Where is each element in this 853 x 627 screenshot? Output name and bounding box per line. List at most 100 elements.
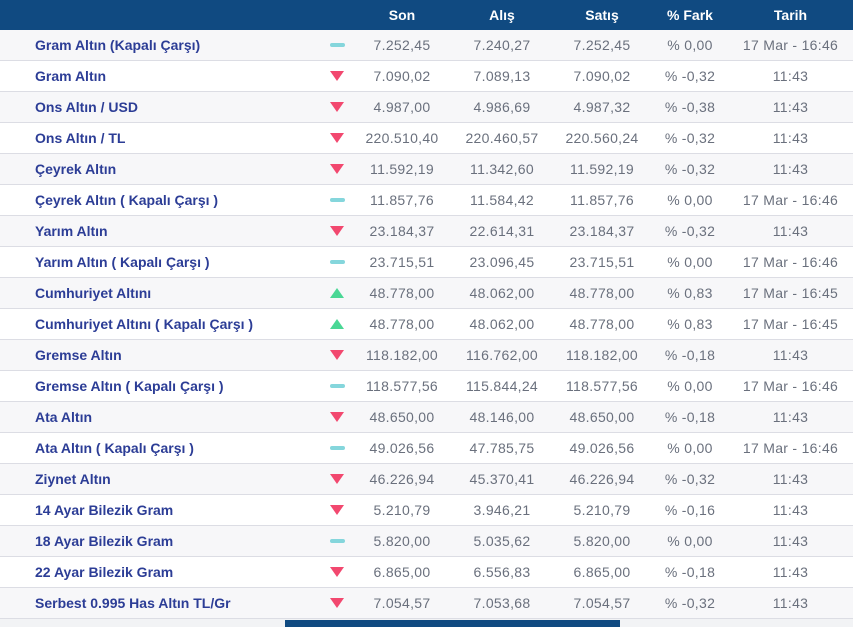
fark-value: % 0,00	[667, 254, 713, 270]
tarih-value: 17 Mar - 16:46	[742, 440, 839, 456]
tarih-value: 17 Mar - 16:46	[742, 192, 839, 208]
satis-value: 5.820,00	[573, 533, 631, 549]
son-value: 118.182,00	[365, 347, 439, 363]
instrument-name: Çeyrek Altın	[35, 161, 117, 177]
trend-down-icon	[330, 598, 344, 608]
trend-down-icon	[330, 102, 344, 112]
alis-value: 116.762,00	[465, 347, 539, 363]
alis-value: 7.240,27	[473, 37, 531, 53]
tarih-value: 17 Mar - 16:45	[742, 316, 839, 332]
satis-value: 11.592,19	[570, 161, 634, 177]
fark-value: % 0,00	[667, 440, 713, 456]
alis-value: 47.785,75	[469, 440, 535, 456]
table-row[interactable]: Serbest 0.995 Has Altın TL/Gr 7.054,57 7…	[0, 588, 853, 619]
trend-down-icon	[330, 505, 344, 515]
trend-down-icon	[330, 567, 344, 577]
fark-value: % -0,32	[664, 595, 716, 611]
fark-value: % -0,32	[664, 471, 716, 487]
trend-down-icon	[330, 474, 344, 484]
instrument-name: Cumhuriyet Altını	[35, 285, 152, 301]
tarih-value: 17 Mar - 16:46	[742, 37, 839, 53]
satis-value: 118.577,56	[565, 378, 639, 394]
table-row[interactable]: Cumhuriyet Altını 48.778,00 48.062,00 48…	[0, 278, 853, 309]
trend-down-icon	[330, 71, 344, 81]
table-row[interactable]: Ons Altın / TL 220.510,40 220.460,57 220…	[0, 123, 853, 154]
horizontal-scrollbar-track[interactable]	[0, 619, 853, 627]
satis-value: 11.857,76	[570, 192, 634, 208]
trend-flat-icon	[329, 446, 345, 450]
son-value: 7.252,45	[373, 37, 431, 53]
fark-value: % -0,32	[664, 130, 716, 146]
satis-value: 220.560,24	[565, 130, 639, 146]
fark-value: % -0,16	[664, 502, 716, 518]
satis-value: 48.778,00	[569, 285, 635, 301]
fark-value: % -0,18	[664, 564, 716, 580]
son-value: 5.210,79	[373, 502, 431, 518]
son-value: 118.577,56	[365, 378, 439, 394]
son-value: 48.778,00	[369, 285, 435, 301]
table-row[interactable]: Ziynet Altın 46.226,94 45.370,41 46.226,…	[0, 464, 853, 495]
tarih-value: 11:43	[772, 223, 809, 239]
table-row[interactable]: 14 Ayar Bilezik Gram 5.210,79 3.946,21 5…	[0, 495, 853, 526]
tarih-value: 17 Mar - 16:45	[742, 285, 839, 301]
table-row[interactable]: Ata Altın ( Kapalı Çarşı ) 49.026,56 47.…	[0, 433, 853, 464]
table-row[interactable]: Yarım Altın ( Kapalı Çarşı ) 23.715,51 2…	[0, 247, 853, 278]
trend-flat-icon	[329, 198, 345, 202]
alis-value: 115.844,24	[465, 378, 539, 394]
instrument-name: Cumhuriyet Altını ( Kapalı Çarşı )	[35, 316, 254, 332]
table-row[interactable]: Gram Altın 7.090,02 7.089,13 7.090,02 % …	[0, 61, 853, 92]
tarih-value: 11:43	[772, 409, 809, 425]
trend-down-icon	[330, 412, 344, 422]
horizontal-scrollbar-thumb[interactable]	[285, 620, 620, 627]
instrument-name: Gremse Altın	[35, 347, 122, 363]
table-row[interactable]: Gremse Altın ( Kapalı Çarşı ) 118.577,56…	[0, 371, 853, 402]
satis-value: 5.210,79	[573, 502, 631, 518]
satis-value: 49.026,56	[569, 440, 635, 456]
instrument-name: Ons Altın / TL	[35, 130, 126, 146]
table-row[interactable]: Gram Altın (Kapalı Çarşı) 7.252,45 7.240…	[0, 30, 853, 61]
table-row[interactable]: Cumhuriyet Altını ( Kapalı Çarşı ) 48.77…	[0, 309, 853, 340]
alis-value: 3.946,21	[473, 502, 531, 518]
column-header-tarih: Tarih	[773, 7, 808, 23]
instrument-name: Çeyrek Altın ( Kapalı Çarşı )	[35, 192, 219, 208]
table-row[interactable]: Ons Altın / USD 4.987,00 4.986,69 4.987,…	[0, 92, 853, 123]
son-value: 46.226,94	[369, 471, 435, 487]
table-row[interactable]: Gremse Altın 118.182,00 116.762,00 118.1…	[0, 340, 853, 371]
instrument-name: Gram Altın	[35, 68, 107, 84]
satis-value: 48.778,00	[569, 316, 635, 332]
alis-value: 11.584,42	[470, 192, 534, 208]
fark-value: % 0,83	[667, 316, 713, 332]
fark-value: % -0,18	[664, 347, 716, 363]
table-row[interactable]: Ata Altın 48.650,00 48.146,00 48.650,00 …	[0, 402, 853, 433]
alis-value: 23.096,45	[469, 254, 535, 270]
tarih-value: 11:43	[772, 68, 809, 84]
tarih-value: 11:43	[772, 533, 809, 549]
satis-value: 7.054,57	[573, 595, 631, 611]
table-header: Son Alış Satış % Fark Tarih	[0, 0, 853, 30]
instrument-name: Gram Altın (Kapalı Çarşı)	[35, 37, 201, 53]
tarih-value: 11:43	[772, 595, 809, 611]
trend-down-icon	[330, 133, 344, 143]
trend-flat-icon	[329, 539, 345, 543]
instrument-name: Ziynet Altın	[35, 471, 111, 487]
son-value: 48.650,00	[369, 409, 435, 425]
table-row[interactable]: Çeyrek Altın 11.592,19 11.342,60 11.592,…	[0, 154, 853, 185]
son-value: 220.510,40	[365, 130, 439, 146]
satis-value: 118.182,00	[565, 347, 639, 363]
alis-value: 220.460,57	[465, 130, 539, 146]
fark-value: % 0,00	[667, 37, 713, 53]
trend-flat-icon	[329, 43, 345, 47]
table-row[interactable]: 22 Ayar Bilezik Gram 6.865,00 6.556,83 6…	[0, 557, 853, 588]
table-row[interactable]: Çeyrek Altın ( Kapalı Çarşı ) 11.857,76 …	[0, 185, 853, 216]
satis-value: 23.715,51	[569, 254, 635, 270]
alis-value: 11.342,60	[470, 161, 534, 177]
trend-down-icon	[330, 350, 344, 360]
fark-value: % -0,18	[664, 409, 716, 425]
fark-value: % 0,00	[667, 192, 713, 208]
instrument-name: 22 Ayar Bilezik Gram	[35, 564, 174, 580]
satis-value: 23.184,37	[569, 223, 635, 239]
instrument-name: Ons Altın / USD	[35, 99, 138, 115]
table-row[interactable]: 18 Ayar Bilezik Gram 5.820,00 5.035,62 5…	[0, 526, 853, 557]
satis-value: 46.226,94	[569, 471, 635, 487]
table-row[interactable]: Yarım Altın 23.184,37 22.614,31 23.184,3…	[0, 216, 853, 247]
